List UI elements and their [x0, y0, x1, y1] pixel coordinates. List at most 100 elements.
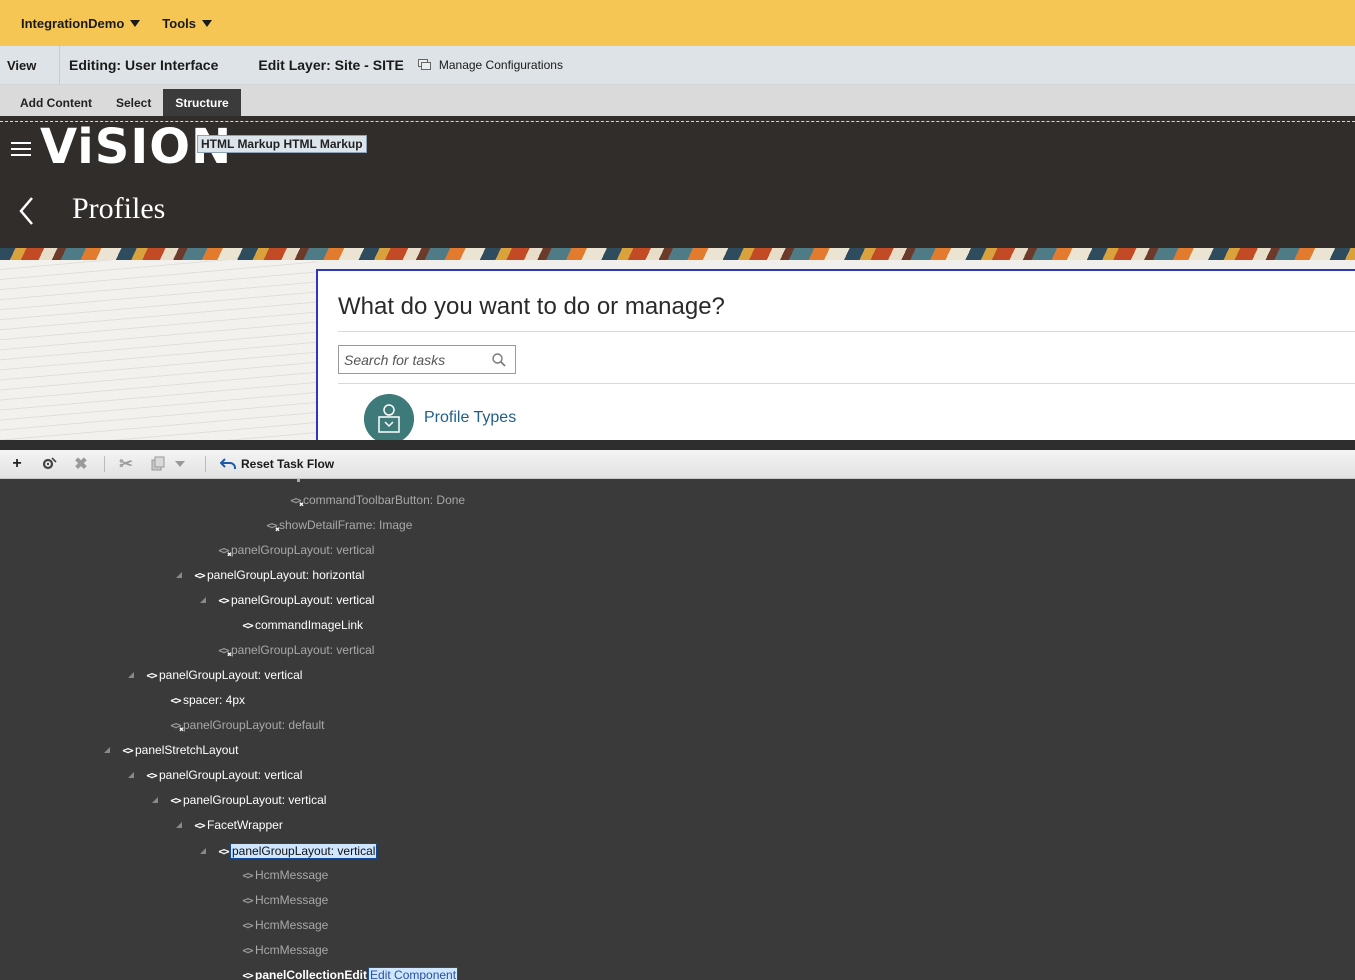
- tree-node[interactable]: <> panelGroupLayout: vertical: [152, 791, 327, 809]
- tools-menu-label: Tools: [162, 15, 196, 31]
- component-icon: <>: [218, 593, 229, 607]
- tree-node[interactable]: <> HcmMessage: [240, 891, 328, 909]
- component-icon: <>: [146, 768, 157, 782]
- profile-types-icon[interactable]: [364, 394, 414, 444]
- component-icon: <>: [170, 793, 181, 807]
- app-header: ViSION HTML Markup HTML Markup Profiles: [0, 116, 1355, 248]
- tree-node-label: panelGroupLayout: vertical: [183, 793, 327, 807]
- html-markup-label[interactable]: HTML Markup HTML Markup: [197, 135, 367, 153]
- component-icon: <>: [242, 868, 253, 882]
- task-search-input[interactable]: [339, 351, 489, 368]
- collapse-toggle-icon[interactable]: [176, 572, 182, 578]
- app-menu[interactable]: IntegrationDemo: [21, 15, 141, 31]
- top-menu-bar: IntegrationDemo Tools: [0, 0, 1355, 46]
- pane-splitter[interactable]: [0, 440, 1355, 450]
- tree-node-label: panelCollectionEdit: [255, 968, 368, 980]
- tree-node[interactable]: <> HcmMessage: [240, 916, 328, 934]
- task-search-box: [338, 345, 516, 374]
- tree-node[interactable]: <> spacer: 4px: [168, 691, 245, 709]
- divider: [338, 331, 1355, 332]
- tree-node-label: commandImageLink: [255, 618, 364, 632]
- tree-node[interactable]: <> HcmMessage: [240, 941, 328, 959]
- composer-bar: View Editing: User Interface Edit Layer:…: [0, 46, 1355, 85]
- configurations-icon: [417, 58, 433, 72]
- edit-component-button[interactable]: Edit Component: [368, 967, 459, 980]
- delete-icon[interactable]: ✖: [72, 455, 90, 473]
- tree-node-label: HcmMessage: [255, 868, 329, 882]
- collapse-toggle-icon[interactable]: [152, 797, 158, 803]
- gear-edit-icon[interactable]: [40, 455, 58, 473]
- tree-node[interactable]: <> panelGroupLayout: vertical: [200, 591, 374, 609]
- tree-node-label: HcmMessage: [255, 893, 329, 907]
- tree-node[interactable]: <> panelGroupLayout: vertical: [128, 666, 303, 684]
- tree-node-label: panelGroupLayout: vertical: [231, 643, 375, 657]
- background-texture: [0, 260, 316, 440]
- reset-task-flow-button[interactable]: Reset Task Flow: [220, 457, 334, 471]
- profile-types-link[interactable]: Profile Types: [424, 409, 516, 427]
- tree-node[interactable]: <> FacetWrapper: [176, 816, 283, 834]
- component-icon: <> ✖: [218, 643, 232, 660]
- edit-layer-label: Edit Layer: Site - SITE: [258, 57, 404, 73]
- decorative-banner: [0, 248, 1355, 260]
- tree-node[interactable]: <> commandImageLink: [240, 616, 363, 634]
- tree-node-label: HcmMessage: [255, 943, 329, 957]
- tree-node[interactable]: <> ✖ commandToolbarButton: Done: [288, 491, 465, 509]
- tree-node-label: panelGroupLayout: vertical: [231, 543, 375, 557]
- collapse-toggle-icon[interactable]: [128, 672, 134, 678]
- tree-node[interactable]: <> HcmMessage: [240, 866, 328, 884]
- tree-node-label: showDetailFrame: Image: [279, 518, 413, 532]
- tree-node-label: panelGroupLayout: vertical: [159, 768, 303, 782]
- tab-add-content[interactable]: Add Content: [8, 89, 104, 116]
- search-icon[interactable]: [491, 352, 507, 368]
- structure-toolbar: + ✖ ✂ Reset Task Flow: [0, 450, 1355, 479]
- tree-node[interactable]: <> panelCollectionEdit Edit Component: [240, 966, 459, 980]
- tree-node-label: FacetWrapper: [207, 818, 283, 832]
- collapse-toggle-icon[interactable]: [200, 848, 206, 854]
- tree-node[interactable]: <> ✖ panelGroupLayout: default: [168, 716, 324, 734]
- toolbar-separator: [205, 456, 206, 472]
- panel-title: What do you want to do or manage?: [338, 293, 725, 320]
- dropdown-caret-icon[interactable]: [175, 455, 185, 473]
- cut-icon[interactable]: ✂: [117, 455, 135, 473]
- caret-down-icon: [202, 19, 212, 27]
- tree-node[interactable]: <> ✖ panelGroupLayout: vertical: [216, 541, 374, 559]
- tree-node[interactable]: <> panelGroupLayout: vertical: [128, 766, 303, 784]
- component-icon: <>: [170, 693, 181, 707]
- manage-configurations-link[interactable]: Manage Configurations: [417, 58, 563, 72]
- view-menu[interactable]: View: [0, 46, 60, 84]
- tree-node[interactable]: <> panelGroupLayout: horizontal: [176, 566, 365, 584]
- collapse-toggle-icon[interactable]: [176, 822, 182, 828]
- reset-task-flow-label: Reset Task Flow: [241, 457, 335, 471]
- composer-tabs: Add Content Select Structure: [0, 85, 1355, 116]
- back-chevron-icon[interactable]: [18, 196, 36, 226]
- caret-down-icon: [130, 19, 141, 27]
- tab-structure[interactable]: Structure: [163, 89, 241, 116]
- app-menu-label: IntegrationDemo: [21, 15, 125, 31]
- component-icon: <> ✖: [218, 543, 232, 560]
- undo-icon: [220, 458, 236, 469]
- tree-node[interactable]: <> ✖ showDetailFrame: Image: [264, 516, 412, 534]
- collapse-toggle-icon[interactable]: [200, 597, 206, 603]
- editing-label: Editing: User Interface: [69, 57, 219, 73]
- component-icon: <> ✖: [290, 493, 304, 510]
- tab-select[interactable]: Select: [104, 89, 163, 116]
- page-title: Profiles: [72, 192, 166, 225]
- tree-node-label: panelGroupLayout: vertical: [159, 668, 303, 682]
- tree-node[interactable]: <> panelStretchLayout: [104, 741, 238, 759]
- tree-node-label: panelGroupLayout: horizontal: [207, 568, 365, 582]
- component-icon: <> ✖: [170, 718, 184, 735]
- add-icon[interactable]: +: [8, 455, 26, 473]
- collapse-toggle-icon[interactable]: [104, 747, 110, 753]
- tools-menu[interactable]: Tools: [162, 16, 212, 31]
- component-icon: <>: [122, 743, 133, 757]
- component-icon: <>: [194, 818, 205, 832]
- tree-node[interactable]: <> ✖ panelGroupLayout: vertical: [216, 641, 374, 659]
- hamburger-menu-icon[interactable]: [11, 142, 31, 156]
- tree-node-label: HcmMessage: [255, 918, 329, 932]
- tree-node-selected[interactable]: <> panelGroupLayout: vertical: [200, 842, 378, 860]
- collapse-toggle-icon[interactable]: [128, 772, 134, 778]
- tree-node-label: panelGroupLayout: default: [183, 718, 325, 732]
- component-icon: <> ✖: [266, 518, 280, 535]
- copy-icon[interactable]: [149, 455, 167, 473]
- manage-configurations-label: Manage Configurations: [438, 58, 563, 72]
